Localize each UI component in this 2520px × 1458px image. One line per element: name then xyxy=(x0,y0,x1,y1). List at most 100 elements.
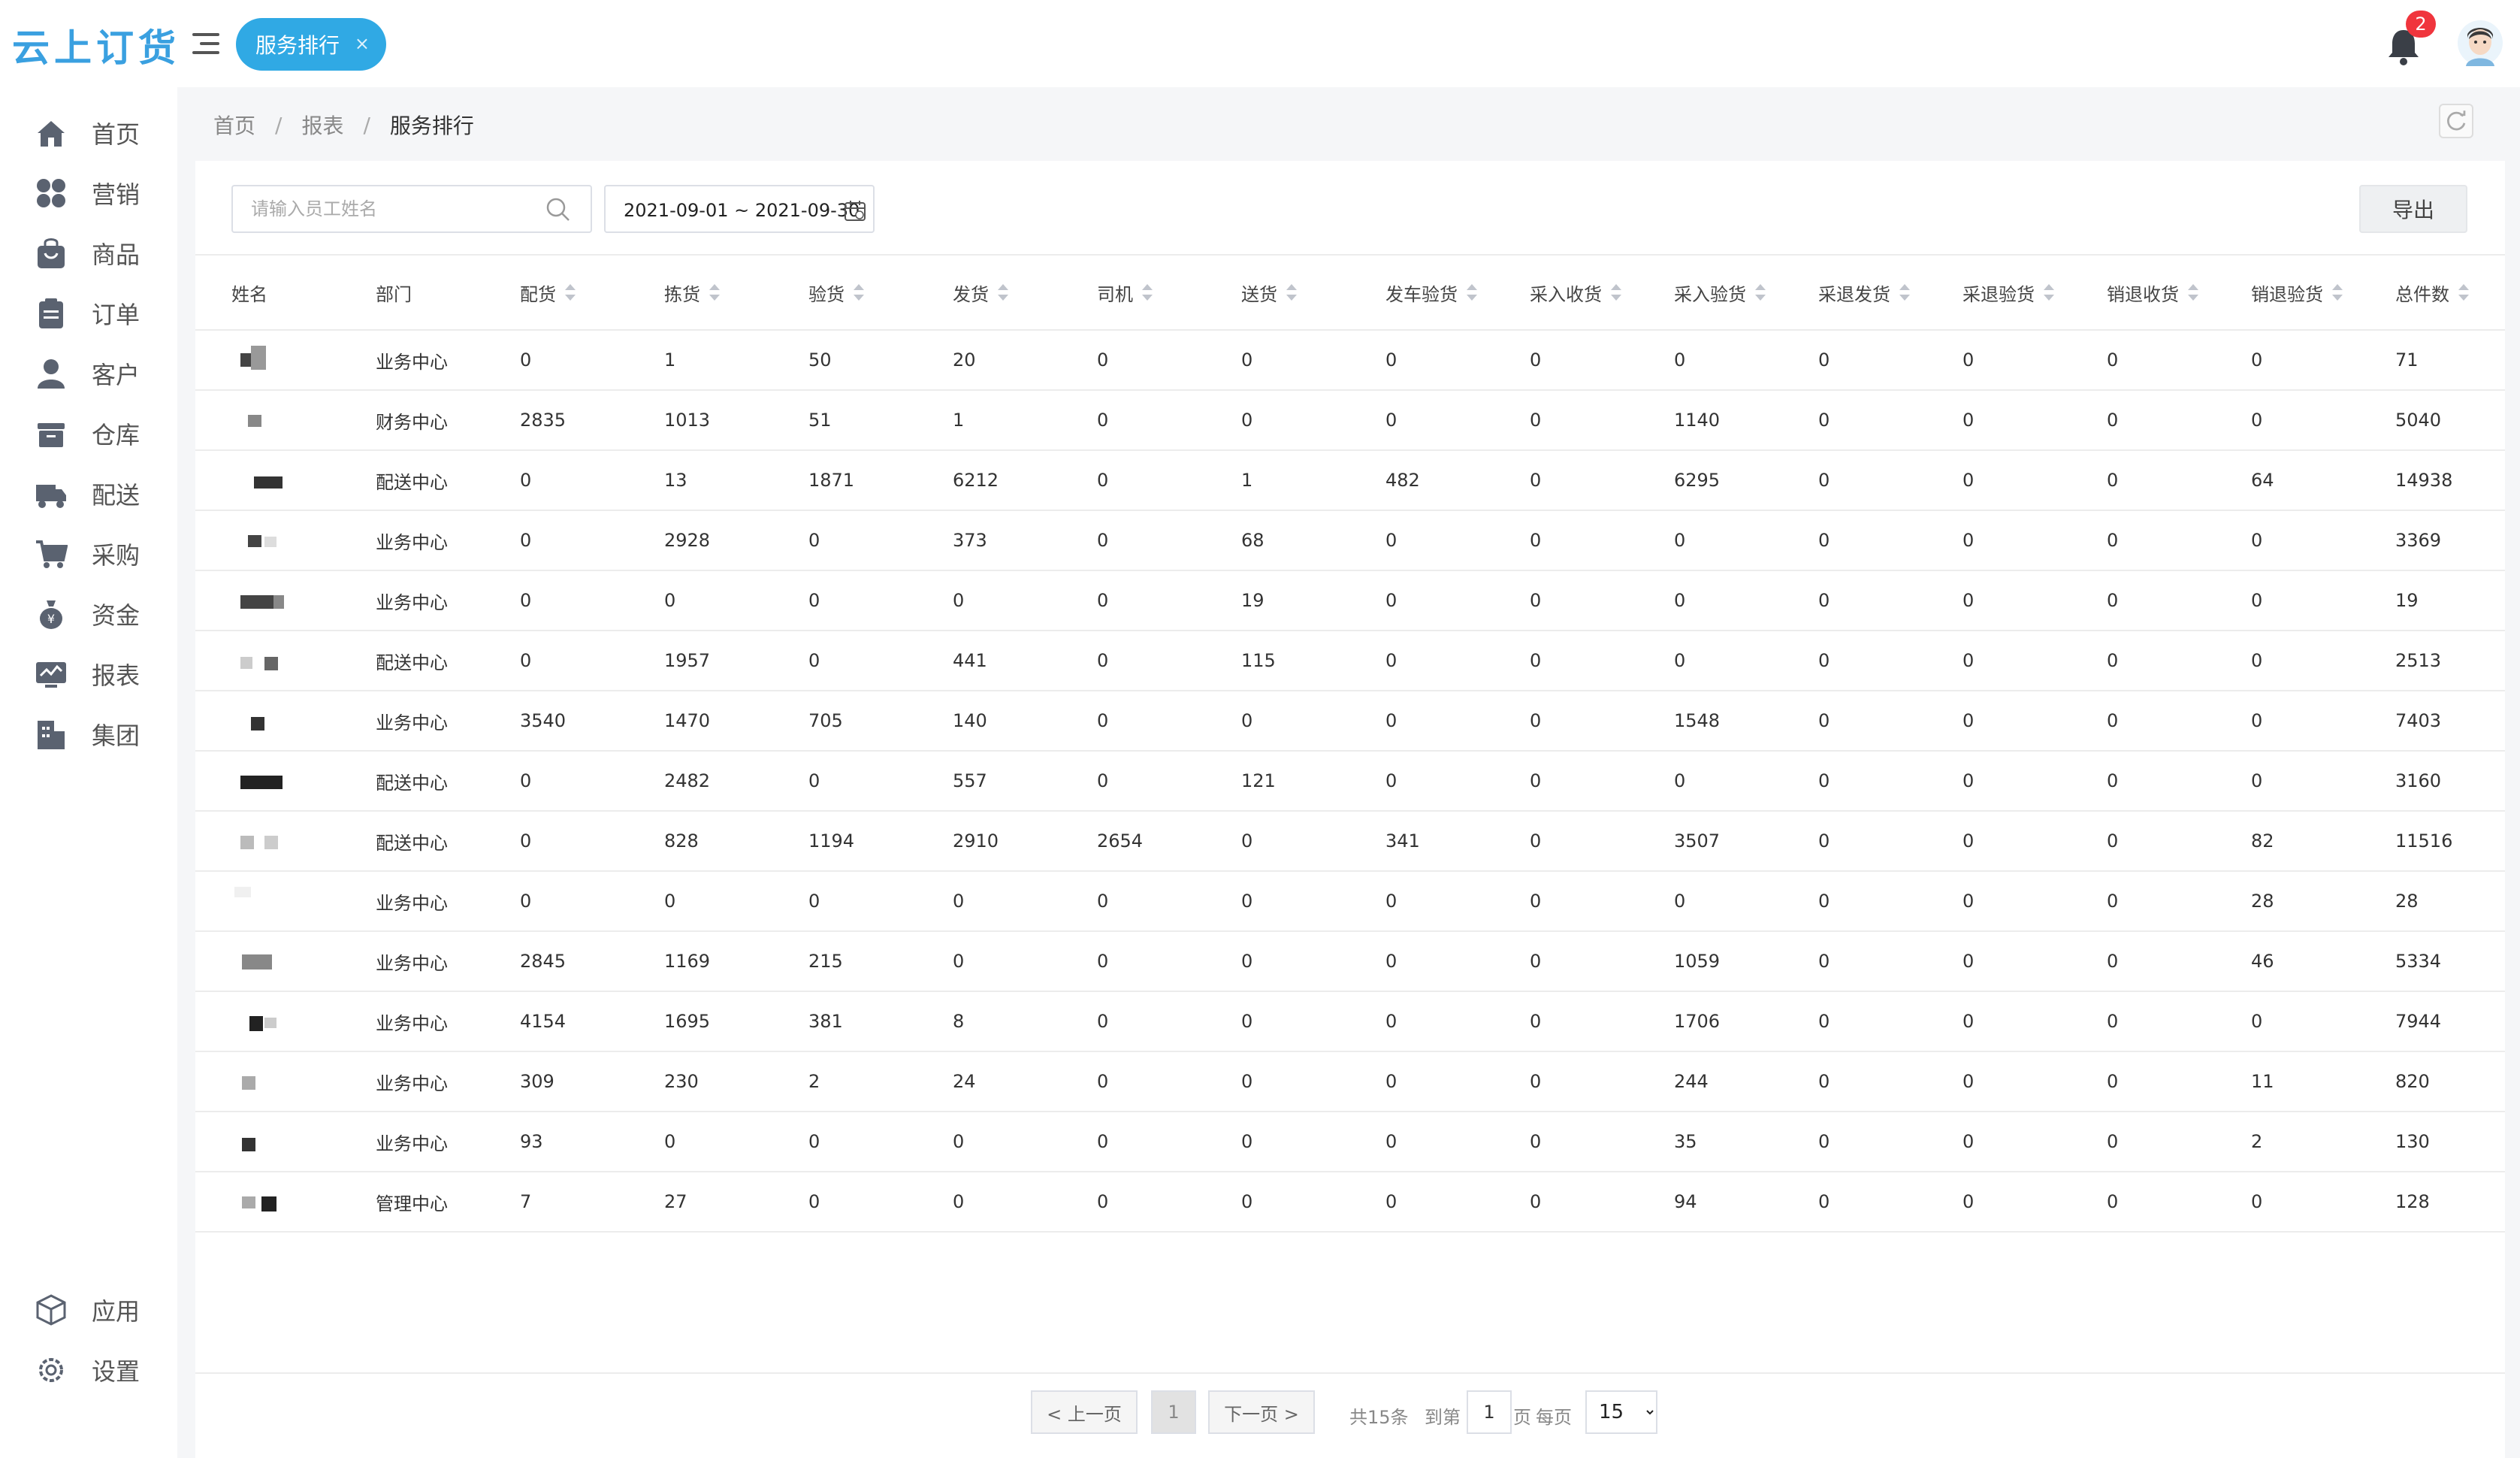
count-cell: 0 xyxy=(1674,349,1686,371)
column-header[interactable]: 司机 xyxy=(1097,256,1153,329)
count-cell: 0 xyxy=(808,650,820,671)
count-cell: 0 xyxy=(2251,1011,2263,1032)
count-cell: 0 xyxy=(1963,830,1975,852)
count-cell: 0 xyxy=(1385,710,1397,731)
count-cell: 4154 xyxy=(520,1011,567,1032)
sidebar-item-apps[interactable]: 应用 xyxy=(0,1284,177,1336)
column-header[interactable]: 验货 xyxy=(808,256,864,329)
sort-icon[interactable] xyxy=(2458,284,2469,301)
count-cell: 557 xyxy=(953,770,987,791)
sidebar-item-purchase[interactable]: 采购 xyxy=(0,528,177,580)
column-header[interactable]: 采退验货 xyxy=(1963,256,2054,329)
count-cell: 121 xyxy=(1241,770,1276,791)
column-header[interactable]: 总件数 xyxy=(2395,256,2469,329)
sidebar-item-marketing[interactable]: 营销 xyxy=(0,167,177,219)
sort-icon[interactable] xyxy=(1142,284,1153,301)
menu-toggle-icon[interactable] xyxy=(192,30,219,57)
sort-icon[interactable] xyxy=(854,284,864,301)
breadcrumb: 首页 / 报表 / 服务排行 xyxy=(213,110,474,140)
count-cell: 0 xyxy=(2251,710,2263,731)
sort-icon[interactable] xyxy=(998,284,1008,301)
date-range-picker[interactable]: 2021-09-01 ~ 2021-09-30 xyxy=(604,185,875,233)
sidebar-item-customers[interactable]: 客户 xyxy=(0,347,177,400)
count-cell: 0 xyxy=(1241,410,1253,431)
breadcrumb-reports[interactable]: 报表 xyxy=(301,110,343,140)
count-cell: 0 xyxy=(1818,951,1830,972)
count-cell: 0 xyxy=(1385,590,1397,611)
sidebar-item-delivery[interactable]: 配送 xyxy=(0,467,177,520)
count-cell: 0 xyxy=(1818,530,1830,551)
employee-search-input[interactable] xyxy=(233,186,533,231)
count-cell: 2845 xyxy=(520,951,567,972)
count-cell: 14938 xyxy=(2395,470,2453,491)
tab-service-ranking[interactable]: 服务排行 × xyxy=(236,18,386,71)
column-header[interactable]: 销退验货 xyxy=(2251,256,2343,329)
count-cell: 0 xyxy=(808,590,820,611)
count-cell: 3160 xyxy=(2395,770,2442,791)
user-avatar[interactable] xyxy=(2457,20,2503,66)
sort-icon[interactable] xyxy=(2332,284,2343,301)
sort-icon[interactable] xyxy=(1755,284,1766,301)
sort-icon[interactable] xyxy=(2188,284,2198,301)
column-header-label: 总件数 xyxy=(2395,283,2449,305)
sidebar-item-reports[interactable]: 报表 xyxy=(0,648,177,700)
blurred-name xyxy=(231,947,284,980)
column-header[interactable]: 发货 xyxy=(953,256,1008,329)
sort-icon[interactable] xyxy=(1286,284,1297,301)
sidebar-item-orders[interactable]: 订单 xyxy=(0,287,177,340)
page-size-select[interactable]: 15 xyxy=(1585,1390,1657,1434)
blurred-name xyxy=(231,1067,284,1100)
gear-icon xyxy=(39,1358,63,1382)
current-page[interactable]: 1 xyxy=(1151,1390,1196,1434)
count-cell: 0 xyxy=(1385,1191,1397,1212)
close-icon[interactable]: × xyxy=(355,33,370,54)
refresh-icon[interactable] xyxy=(2439,104,2473,138)
sidebar-item-home[interactable]: 首页 xyxy=(0,107,177,159)
sidebar-item-settings[interactable]: 设置 xyxy=(0,1344,177,1396)
next-page-button[interactable]: 下一页 > xyxy=(1208,1390,1315,1434)
column-header[interactable]: 发车验货 xyxy=(1385,256,1477,329)
sidebar-item-warehouse[interactable]: 仓库 xyxy=(0,407,177,460)
prev-page-button[interactable]: < 上一页 xyxy=(1031,1390,1138,1434)
column-header[interactable]: 采入验货 xyxy=(1674,256,1766,329)
sort-icon[interactable] xyxy=(1899,284,1910,301)
blurred-name xyxy=(231,526,284,559)
department-cell: 配送中心 xyxy=(376,471,448,493)
column-header[interactable]: 送货 xyxy=(1241,256,1297,329)
count-cell: 0 xyxy=(1530,650,1542,671)
sort-icon[interactable] xyxy=(565,284,576,301)
breadcrumb-home[interactable]: 首页 xyxy=(213,110,255,140)
sidebar-item-products[interactable]: 商品 xyxy=(0,227,177,280)
count-cell: 0 xyxy=(808,530,820,551)
app-logo[interactable]: 云上订货 xyxy=(12,18,180,72)
column-header-label: 发车验货 xyxy=(1385,283,1458,305)
table-row: 业务中心 2845 1169 215 0 0 0 0 0 1059 0 0 0 46 5334 xyxy=(195,932,2505,992)
sort-icon[interactable] xyxy=(1611,284,1621,301)
sort-icon[interactable] xyxy=(2044,284,2054,301)
goto-label: 到第 xyxy=(1425,1407,1461,1428)
sidebar-item-group[interactable]: 集团 xyxy=(0,708,177,761)
column-header[interactable]: 拣货 xyxy=(664,256,720,329)
column-header-label: 销退验货 xyxy=(2251,283,2323,305)
count-cell: 0 xyxy=(1963,650,1975,671)
goto-page-input[interactable] xyxy=(1467,1390,1512,1434)
count-cell: 0 xyxy=(1385,410,1397,431)
column-header[interactable]: 配货 xyxy=(520,256,576,329)
department-cell: 业务中心 xyxy=(376,1072,448,1094)
count-cell: 27 xyxy=(664,1191,687,1212)
count-cell: 0 xyxy=(1241,1011,1253,1032)
column-header[interactable]: 销退收货 xyxy=(2107,256,2198,329)
count-cell: 0 xyxy=(953,891,965,912)
count-cell: 0 xyxy=(1674,891,1686,912)
sidebar-item-funds[interactable]: ¥ 资金 xyxy=(0,588,177,640)
count-cell: 0 xyxy=(1385,650,1397,671)
sort-icon[interactable] xyxy=(1467,284,1477,301)
export-button[interactable]: 导出 xyxy=(2359,185,2467,233)
search-icon[interactable] xyxy=(545,197,571,222)
column-header[interactable]: 采退发货 xyxy=(1818,256,1910,329)
count-cell: 0 xyxy=(1674,770,1686,791)
count-cell: 0 xyxy=(1530,1131,1542,1152)
count-cell: 0 xyxy=(1674,590,1686,611)
sort-icon[interactable] xyxy=(709,284,720,301)
column-header[interactable]: 采入收货 xyxy=(1530,256,1621,329)
